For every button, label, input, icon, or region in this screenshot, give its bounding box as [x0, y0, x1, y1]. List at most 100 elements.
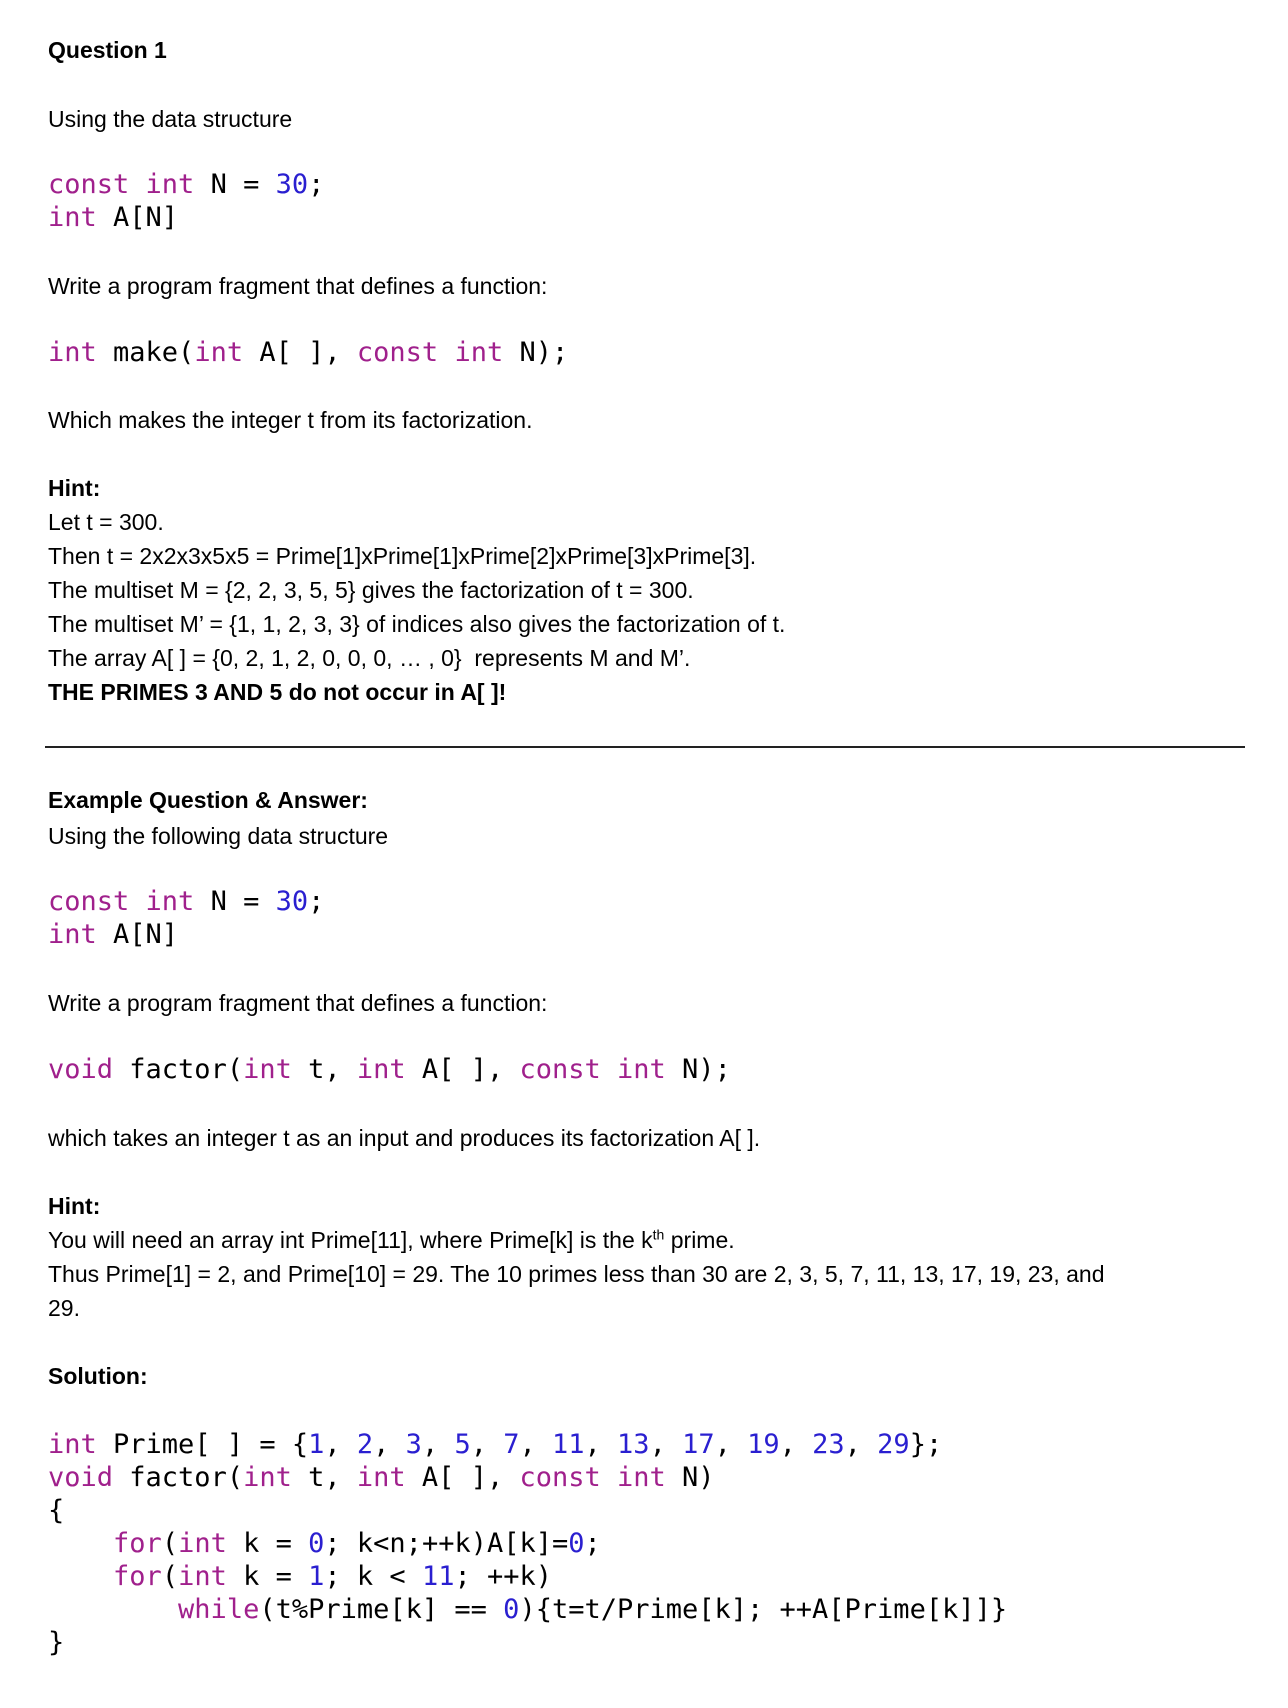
question-task: Write a program fragment that defines a … [48, 273, 548, 299]
code-keyword: int [178, 1561, 227, 1592]
question-description: Which makes the integer t from its facto… [48, 407, 533, 433]
code-keyword: const [48, 886, 130, 917]
code-text: A[ ], [405, 1054, 520, 1085]
code-keyword: int [48, 1429, 97, 1460]
code-text: ; [308, 169, 325, 200]
code-while-loop: while(t%Prime[k] == 0){t=t/Prime[k]; ++A… [48, 1593, 1007, 1626]
code-keyword: const [519, 1462, 601, 1493]
code-number: 3 [405, 1429, 422, 1460]
code-text: factor( [113, 1054, 244, 1085]
hint-line: The multiset M’ = {1, 1, 2, 3, 3} of ind… [48, 611, 786, 637]
code-keyword: int [48, 202, 97, 233]
code-keyword: int [356, 1054, 406, 1085]
code-text: Prime[ ] = { [96, 1429, 309, 1460]
code-text: ( [161, 1561, 179, 1592]
code-number: 29 [877, 1429, 910, 1460]
code-number: 11 [421, 1561, 455, 1592]
code-keyword: for [113, 1561, 162, 1592]
code-text: ; k < [324, 1561, 422, 1592]
question-intro: Using the data structure [48, 106, 293, 132]
code-keyword: const [519, 1054, 601, 1085]
code-array-decl: int A[N] [48, 201, 178, 234]
code-factor-signature: void factor(int t, int A[ ], const int N… [48, 1053, 731, 1086]
code-text: , [779, 1429, 813, 1460]
superscript: th [652, 1226, 665, 1243]
code-text: t, [291, 1462, 357, 1493]
hint-line: Then t = 2x2x3x5x5 = Prime[1]xPrime[1]xP… [48, 543, 757, 569]
code-array-decl: int A[N] [48, 918, 178, 951]
code-number: 23 [812, 1429, 845, 1460]
example-description: which takes an integer t as an input and… [48, 1125, 761, 1151]
code-keyword: const [356, 337, 439, 368]
code-keyword: int [194, 337, 244, 368]
code-keyword: int [356, 1462, 406, 1493]
example-title: Example Question & Answer: [48, 787, 368, 813]
hint-line: 29. [48, 1295, 80, 1321]
hint-line: Thus Prime[1] = 2, and Prime[10] = 29. T… [48, 1261, 1105, 1287]
code-number: 7 [503, 1429, 520, 1460]
code-text: , [373, 1429, 406, 1460]
code-text: k = [226, 1561, 309, 1592]
code-text: factor( [113, 1462, 244, 1493]
code-text: , [470, 1429, 504, 1460]
code-keyword: int [145, 169, 195, 200]
hint-title: Hint: [48, 475, 101, 501]
code-text: , [584, 1429, 618, 1460]
code-keyword: int [243, 1054, 292, 1085]
code-text: , [421, 1429, 455, 1460]
code-prime-array: int Prime[ ] = {1, 2, 3, 5, 7, 11, 13, 1… [48, 1428, 942, 1461]
code-keyword: int [617, 1054, 666, 1085]
code-number: 30 [275, 886, 309, 917]
code-keyword: void [48, 1054, 114, 1085]
code-text: (t%Prime[k] == [259, 1594, 504, 1625]
code-text: ; [584, 1528, 601, 1559]
code-for-reset: for(int k = 0; k<n;++k)A[k]=0; [48, 1527, 601, 1560]
code-text: A[ ], [243, 337, 357, 368]
code-number: 13 [617, 1429, 650, 1460]
code-number: 0 [503, 1594, 520, 1625]
code-const-decl: const int N = 30; [48, 168, 324, 201]
code-for-primes: for(int k = 1; k < 11; ++k) [48, 1560, 552, 1593]
code-text: , [324, 1429, 357, 1460]
code-text: , [519, 1429, 553, 1460]
code-close-brace: } [48, 1627, 65, 1658]
hint-text: You will need an array int Prime[11], wh… [48, 1227, 653, 1253]
code-text: , [844, 1429, 878, 1460]
code-text: ; k<n;++k)A[k]= [324, 1528, 569, 1559]
code-text: ){t=t/Prime[k]; ++A[Prime[k]]} [519, 1594, 1008, 1625]
section-divider [45, 746, 1245, 748]
code-number: 2 [356, 1429, 374, 1460]
code-keyword: void [48, 1462, 114, 1493]
code-text: A[N] [96, 202, 179, 233]
code-keyword: int [243, 1462, 292, 1493]
code-text: A[ ], [405, 1462, 520, 1493]
code-number: 0 [308, 1528, 325, 1559]
hint-line: You will need an array int Prime[11], wh… [48, 1226, 735, 1254]
code-text: make( [96, 337, 195, 368]
code-text: , [714, 1429, 748, 1460]
code-keyword: int [454, 337, 504, 368]
code-text: N); [665, 1054, 731, 1085]
code-number: 11 [552, 1429, 585, 1460]
code-number: 17 [682, 1429, 715, 1460]
hint-title: Hint: [48, 1193, 101, 1219]
example-intro: Using the following data structure [48, 823, 389, 849]
code-make-signature: int make(int A[ ], const int N); [48, 336, 568, 369]
code-number: 5 [454, 1429, 471, 1460]
code-open-brace: { [48, 1495, 65, 1526]
code-text: N); [503, 337, 569, 368]
code-text: N = [194, 169, 276, 200]
hint-line: Let t = 300. [48, 509, 164, 535]
code-keyword: int [48, 337, 97, 368]
code-text: }; [909, 1429, 943, 1460]
hint-line: The array A[ ] = {0, 2, 1, 2, 0, 0, 0, …… [48, 645, 691, 671]
code-number: 1 [308, 1429, 325, 1460]
